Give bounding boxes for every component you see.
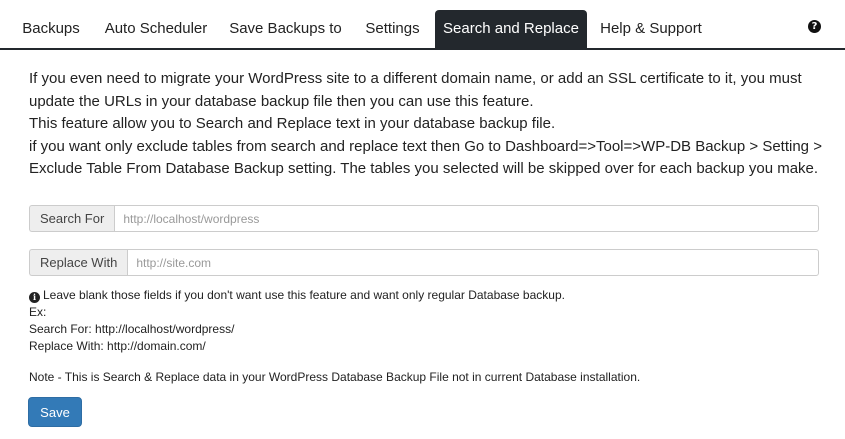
replace-with-label: Replace With [29, 249, 128, 276]
search-replace-page: Backups Auto Scheduler Save Backups to S… [0, 0, 845, 439]
intro-line-feature: This feature allow you to Search and Rep… [29, 115, 556, 132]
intro-text: If you even need to migrate your WordPre… [29, 68, 829, 181]
info-circle-icon: i [29, 292, 40, 303]
leave-blank-note: i Leave blank those fields if you don't w… [29, 287, 565, 304]
save-button[interactable]: Save [28, 397, 82, 427]
tab-bar: Backups Auto Scheduler Save Backups to S… [0, 10, 845, 50]
search-for-label: Search For [29, 205, 115, 232]
search-for-input[interactable] [114, 205, 819, 232]
replace-with-input[interactable] [127, 249, 819, 276]
replace-with-group: Replace With [29, 249, 819, 276]
tab-help-support[interactable]: Help & Support [594, 10, 708, 48]
example-heading: Ex: [29, 305, 47, 319]
tab-search-and-replace[interactable]: Search and Replace [435, 10, 587, 48]
example-search: Search For: http://localhost/wordpress/ [29, 322, 235, 336]
database-note: Note - This is Search & Replace data in … [29, 370, 641, 384]
tab-auto-scheduler[interactable]: Auto Scheduler [96, 10, 216, 48]
tab-settings[interactable]: Settings [356, 10, 429, 48]
tab-backups[interactable]: Backups [12, 10, 90, 48]
leave-blank-text: Leave blank those fields if you don't wa… [43, 288, 565, 302]
intro-line-exclude: if you want only exclude tables from sea… [29, 137, 822, 178]
example-replace: Replace With: http://domain.com/ [29, 339, 206, 353]
intro-line-migrate: If you even need to migrate your WordPre… [29, 70, 802, 110]
help-notes: i Leave blank those fields if you don't w… [29, 287, 565, 355]
search-for-group: Search For [29, 205, 819, 232]
tab-save-backups-to[interactable]: Save Backups to [222, 10, 349, 48]
question-circle-icon[interactable]: ? [808, 20, 821, 33]
